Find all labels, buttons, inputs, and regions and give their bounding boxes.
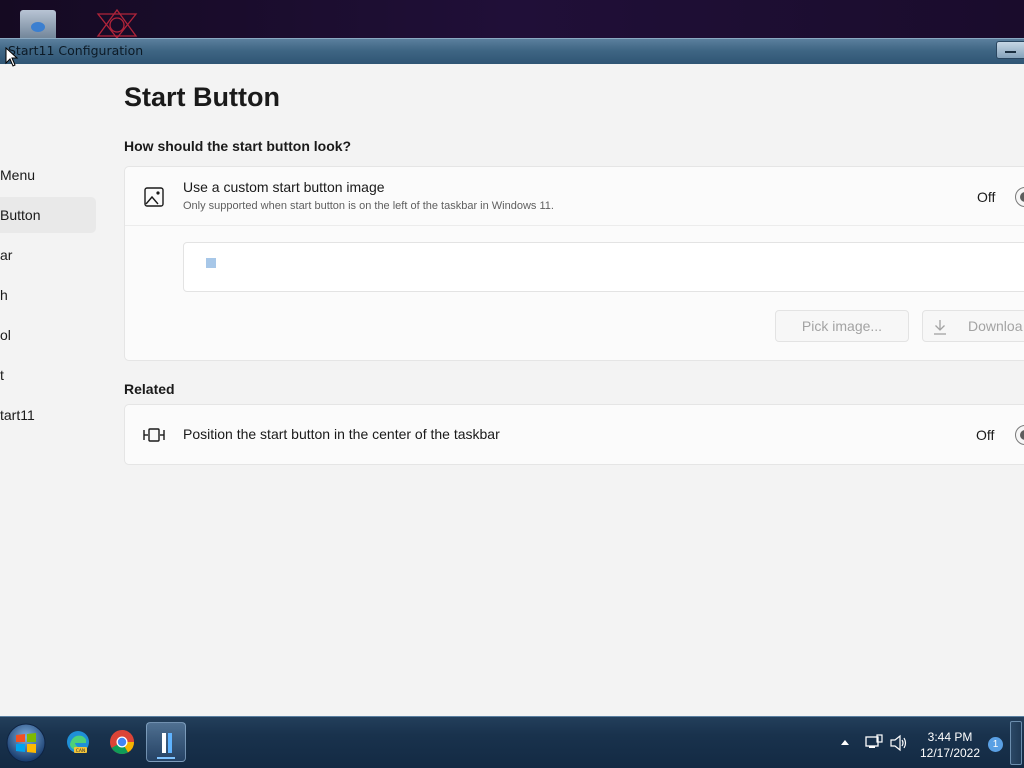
center-position-toggle[interactable] <box>1015 425 1024 445</box>
custom-image-toggle[interactable] <box>1015 187 1024 207</box>
app-window: Start11 Configuration Menu Button ar h o… <box>0 38 1024 716</box>
section-heading-look: How should the start button look? <box>124 138 352 154</box>
show-desktop-button[interactable] <box>1010 721 1022 765</box>
sidebar-item-search[interactable]: h <box>0 277 96 313</box>
recycle-bin-icon[interactable] <box>20 10 56 40</box>
custom-image-toggle-state: Off <box>977 189 996 205</box>
download-button-label: Downloa <box>968 318 1023 334</box>
sidebar-item-taskbar[interactable]: ar <box>0 237 96 273</box>
section-heading-related: Related <box>124 381 175 397</box>
desktop <box>0 0 1024 40</box>
network-icon[interactable] <box>864 734 884 752</box>
sidebar-item-start11[interactable]: tart11 <box>0 397 96 433</box>
pick-image-button[interactable]: Pick image... <box>775 310 909 342</box>
tray-date[interactable]: 12/17/2022 <box>918 746 982 760</box>
mouse-cursor-icon <box>5 47 19 67</box>
sidebar-item-start-menu[interactable]: Menu <box>0 157 96 193</box>
center-position-toggle-state: Off <box>976 427 995 443</box>
image-icon <box>144 187 164 207</box>
taskbar-start11-button[interactable] <box>146 722 186 762</box>
custom-image-title: Use a custom start button image <box>183 179 385 195</box>
download-arrow-icon <box>934 320 946 335</box>
tray-time[interactable]: 3:44 PM <box>918 730 982 744</box>
edge-can-icon: CAN <box>67 731 89 754</box>
tray-overflow-icon[interactable] <box>840 738 850 746</box>
svg-text:CAN: CAN <box>76 748 86 754</box>
page-title: Start Button <box>124 82 280 112</box>
window-client: Menu Button ar h ol t tart11 Start Butto… <box>0 64 1024 716</box>
center-position-title: Position the start button in the center … <box>183 426 500 442</box>
image-preview-box <box>183 242 1024 292</box>
image-thumbnail <box>206 258 216 268</box>
custom-image-card: Use a custom start button image Only sup… <box>124 166 1024 361</box>
window-titlebar[interactable]: Start11 Configuration <box>0 38 1024 64</box>
start11-icon <box>162 733 172 753</box>
window-title: Start11 Configuration <box>8 43 144 58</box>
taskbar: CAN 3:44 PM 12/17/2022 1 <box>0 716 1024 768</box>
volume-icon[interactable] <box>889 734 909 752</box>
desktop-app-icon[interactable] <box>94 8 140 40</box>
download-button[interactable]: Downloa <box>922 310 1024 342</box>
notification-badge[interactable]: 1 <box>988 737 1003 752</box>
active-indicator <box>157 757 175 759</box>
taskbar-edge-can-button[interactable]: CAN <box>58 722 98 762</box>
sidebar-item-about[interactable]: t <box>0 357 96 393</box>
card-divider <box>125 225 1024 226</box>
center-position-card: Position the start button in the center … <box>124 404 1024 465</box>
start-orb-icon[interactable] <box>6 723 46 763</box>
custom-image-subtitle: Only supported when start button is on t… <box>183 200 554 212</box>
sidebar-item-control[interactable]: ol <box>0 317 96 353</box>
chrome-icon <box>110 730 134 755</box>
center-align-icon <box>143 428 165 442</box>
sidebar-item-start-button[interactable]: Button <box>0 197 96 233</box>
minimize-button[interactable] <box>996 41 1024 59</box>
taskbar-chrome-button[interactable] <box>102 722 142 762</box>
